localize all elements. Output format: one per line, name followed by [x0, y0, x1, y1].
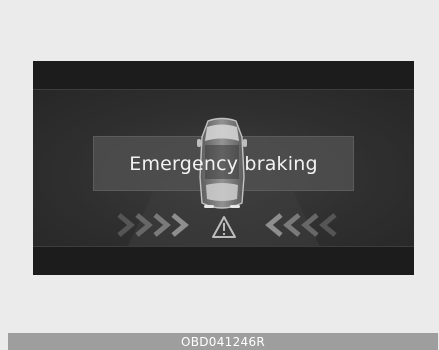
warning-triangle-icon — [212, 216, 236, 238]
figure-code: OBD041246R — [180, 334, 266, 349]
figure-caption-bar: OBD041246R — [8, 333, 438, 350]
warning-message: Emergency braking — [129, 152, 318, 175]
chevrons-right-icon — [117, 213, 189, 237]
display-bottom-bar — [33, 246, 414, 275]
display-top-bar — [33, 61, 414, 90]
chevrons-left-icon — [265, 213, 337, 237]
cluster-display: Emergency braking — [33, 61, 414, 275]
